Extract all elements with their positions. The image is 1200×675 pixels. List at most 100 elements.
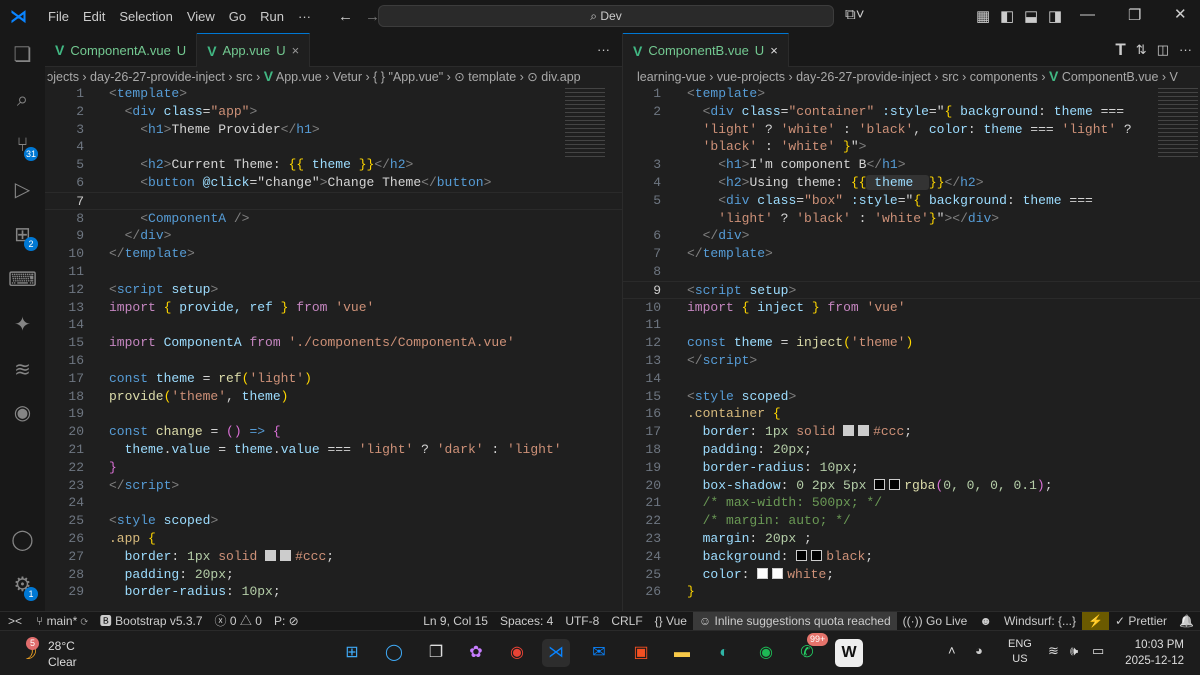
code-line[interactable]: 8 <ComponentA /> bbox=[45, 210, 622, 228]
code-line[interactable]: 13 </script> bbox=[623, 352, 1200, 370]
minimize-icon[interactable]: — bbox=[1080, 6, 1095, 23]
breadcrumb-file[interactable]: ComponentB.vue › V bbox=[1062, 70, 1178, 84]
code-line[interactable]: 11 bbox=[623, 316, 1200, 334]
whatsapp-icon[interactable]: ✆ 99+ bbox=[793, 633, 829, 667]
wifi-icon[interactable]: ≋ bbox=[1048, 643, 1059, 659]
code-line[interactable]: 18 padding: 20px; bbox=[623, 441, 1200, 459]
explorer-icon[interactable]: ❏ bbox=[0, 35, 45, 75]
battery-icon[interactable]: ▭ bbox=[1092, 643, 1104, 659]
more-actions-icon[interactable]: ··· bbox=[597, 33, 622, 66]
clock[interactable]: 10:03 PM 2025-12-12 bbox=[1118, 637, 1184, 669]
code-line[interactable]: 7 bbox=[45, 191, 622, 210]
search-icon[interactable]: ⌕ bbox=[0, 80, 45, 120]
chat-icon[interactable]: ⌨ bbox=[0, 260, 45, 300]
code-line[interactable]: 29 border-radius: 10px; bbox=[45, 583, 622, 601]
code-line[interactable]: 4 <h2>Using theme: {{ theme }}</h2> bbox=[623, 174, 1200, 192]
edge-devtools-icon[interactable]: ◉ bbox=[0, 393, 45, 433]
restore-icon[interactable]: ❐ bbox=[1128, 6, 1141, 24]
color-swatch-icon[interactable] bbox=[889, 478, 901, 490]
code-line[interactable]: 20 box-shadow: 0 2px 5px rgba(0, 0, 0, 0… bbox=[623, 477, 1200, 495]
code-line[interactable]: 10 </template> bbox=[45, 245, 622, 263]
code-line[interactable]: 24 bbox=[45, 494, 622, 512]
color-swatch-icon[interactable] bbox=[811, 549, 823, 561]
code-line[interactable]: 16 bbox=[45, 352, 622, 370]
gemini-icon[interactable]: ✦ bbox=[0, 305, 45, 345]
problems-indicator[interactable]: ⓧ 0 △ 0 bbox=[209, 612, 268, 631]
code-line[interactable]: 17 border: 1px solid #ccc; bbox=[623, 423, 1200, 441]
copilot-icon[interactable]: ⧉˅ bbox=[845, 6, 864, 23]
windsurf-icon[interactable]: ≋ bbox=[0, 350, 45, 390]
no-sync-icon[interactable]: ⚡ bbox=[1082, 611, 1109, 631]
tray-app-icon[interactable]: ◕ bbox=[975, 643, 983, 658]
code-line[interactable]: 26} bbox=[623, 583, 1200, 601]
prettier-status[interactable]: ✓ Prettier bbox=[1109, 612, 1173, 631]
code-line[interactable]: 17 const theme = ref('light') bbox=[45, 370, 622, 388]
code-line[interactable]: 1 <template> bbox=[45, 85, 622, 103]
code-line[interactable]: 22 /* margin: auto; */ bbox=[623, 512, 1200, 530]
file-explorer-icon[interactable]: ▬ bbox=[668, 639, 696, 667]
color-swatch-icon[interactable] bbox=[858, 425, 870, 437]
menu-edit[interactable]: Edit bbox=[76, 9, 112, 24]
code-line[interactable]: 1 <template> bbox=[623, 85, 1200, 103]
code-line[interactable]: 8 bbox=[623, 263, 1200, 281]
search-taskbar-icon[interactable]: ◯ bbox=[380, 639, 408, 667]
code-line[interactable]: 18 provide('theme', theme) bbox=[45, 388, 622, 406]
minimap[interactable] bbox=[1158, 88, 1198, 158]
menu-selection[interactable]: Selection bbox=[112, 9, 179, 24]
close-window-icon[interactable]: ✕ bbox=[1174, 5, 1187, 23]
code-line[interactable]: 19 border-radius: 10px; bbox=[623, 459, 1200, 477]
code-line[interactable]: 'light' ? 'black' : 'white'}"></div> bbox=[623, 210, 1200, 228]
code-line[interactable]: 23 margin: 20px ; bbox=[623, 530, 1200, 548]
code-line[interactable]: 15 import ComponentA from './components/C… bbox=[45, 334, 622, 352]
code-line[interactable]: 11 bbox=[45, 263, 622, 281]
code-line[interactable]: 12 <script setup> bbox=[45, 281, 622, 299]
color-swatch-icon[interactable] bbox=[843, 425, 855, 437]
windsurf-status[interactable]: Windsurf: {...} bbox=[998, 612, 1082, 631]
task-view-icon[interactable]: ❐ bbox=[422, 639, 450, 667]
menu-go[interactable]: Go bbox=[222, 9, 253, 24]
code-line[interactable]: 15 <style scoped> bbox=[623, 388, 1200, 406]
code-line[interactable]: 6 <button @click="change">Change Theme</… bbox=[45, 174, 622, 192]
toggle-panel-icon[interactable]: ⬓ bbox=[1024, 7, 1038, 25]
tab-componenta[interactable]: V ComponentA.vue U bbox=[45, 33, 198, 67]
code-line[interactable]: 3 <h1>Theme Provider</h1> bbox=[45, 121, 622, 139]
start-icon[interactable]: ⊞ bbox=[338, 639, 366, 667]
close-tab-icon[interactable]: × bbox=[770, 43, 778, 58]
toggle-secondary-sidebar-icon[interactable]: ◨ bbox=[1048, 7, 1062, 25]
extensions-icon[interactable]: ⊞ 2 bbox=[0, 215, 45, 255]
code-line[interactable]: 2 <div class="container" :style="{ backg… bbox=[623, 103, 1200, 121]
code-line[interactable]: 27 border: 1px solid #ccc; bbox=[45, 548, 622, 566]
menu-more[interactable]: ··· bbox=[291, 9, 318, 24]
breadcrumb-path[interactable]: learning-vue › vue-projects › day-26-27-… bbox=[637, 70, 1049, 84]
customize-layout-icon[interactable]: ▦ bbox=[976, 7, 990, 25]
edge-icon[interactable]: ◐ bbox=[710, 639, 738, 667]
color-swatch-icon[interactable] bbox=[874, 478, 886, 490]
code-line[interactable]: 14 bbox=[45, 316, 622, 334]
notion-icon[interactable]: W bbox=[835, 639, 863, 667]
language-mode[interactable]: {} Vue bbox=[649, 612, 693, 631]
copilot-status[interactable]: ☺ Inline suggestions quota reached bbox=[692, 611, 897, 631]
tab-app[interactable]: V App.vue U × bbox=[197, 33, 311, 67]
code-line[interactable]: 12 const theme = inject('theme') bbox=[623, 334, 1200, 352]
code-line[interactable]: 21 theme.value = theme.value === 'light'… bbox=[45, 441, 622, 459]
encoding[interactable]: UTF-8 bbox=[559, 612, 605, 631]
menu-run[interactable]: Run bbox=[253, 9, 291, 24]
breadcrumb-path[interactable]: ɔjects › day-26-27-provide-inject › src … bbox=[47, 70, 264, 84]
split-editor-icon[interactable]: ◫ bbox=[1157, 33, 1179, 66]
account-icon[interactable]: ◯ bbox=[0, 520, 45, 560]
code-line[interactable]: 'black' : 'white' }"> bbox=[623, 138, 1200, 156]
color-swatch-icon[interactable] bbox=[772, 567, 784, 579]
code-line[interactable]: 3 <h1>I'm component B</h1> bbox=[623, 156, 1200, 174]
code-editor-componentb-vue[interactable]: 1 <template> 2 <div class="container" :sty… bbox=[623, 85, 1200, 601]
end-of-line[interactable]: CRLF bbox=[605, 612, 648, 631]
code-line[interactable]: 20 const change = () => { bbox=[45, 423, 622, 441]
text-format-icon[interactable]: T bbox=[1115, 33, 1135, 66]
back-arrow-icon[interactable]: ← bbox=[338, 8, 353, 25]
show-hidden-icons[interactable]: ˄ bbox=[948, 643, 956, 658]
code-line[interactable]: 7 </template> bbox=[623, 245, 1200, 263]
minimap[interactable] bbox=[565, 88, 605, 158]
code-line[interactable]: 24 background: black; bbox=[623, 548, 1200, 566]
settings-gear-icon[interactable]: ⚙ 1 bbox=[0, 565, 45, 605]
code-line[interactable]: 6 </div> bbox=[623, 227, 1200, 245]
breadcrumb-symbols[interactable]: App.vue › Vetur › { } "App.vue" › ⊙ temp… bbox=[276, 70, 581, 84]
